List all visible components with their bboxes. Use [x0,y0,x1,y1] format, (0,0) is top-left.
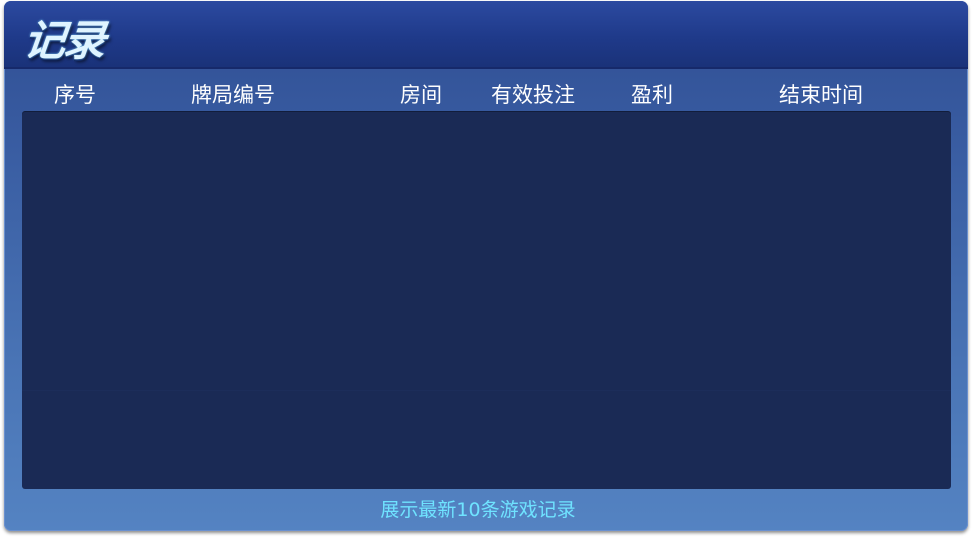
records-footer-note: 展示最新10条游戏记录 [380,499,576,521]
column-header-index: 序号 [54,83,96,107]
column-header-valid-bet: 有效投注 [491,83,575,107]
records-panel: 记录 序号 牌局编号 房间 有效投注 盈利 结束时间 展示最新10条游戏记录 [4,1,968,531]
column-header-game-id: 牌局编号 [191,83,275,107]
column-header-profit: 盈利 [631,83,673,107]
column-header-end-time: 结束时间 [779,83,863,107]
panel-header: 记录 [4,1,968,69]
panel-title: 记录 [21,16,107,65]
records-list[interactable] [22,111,951,489]
records-divider [22,390,951,391]
column-header-room: 房间 [400,83,442,107]
